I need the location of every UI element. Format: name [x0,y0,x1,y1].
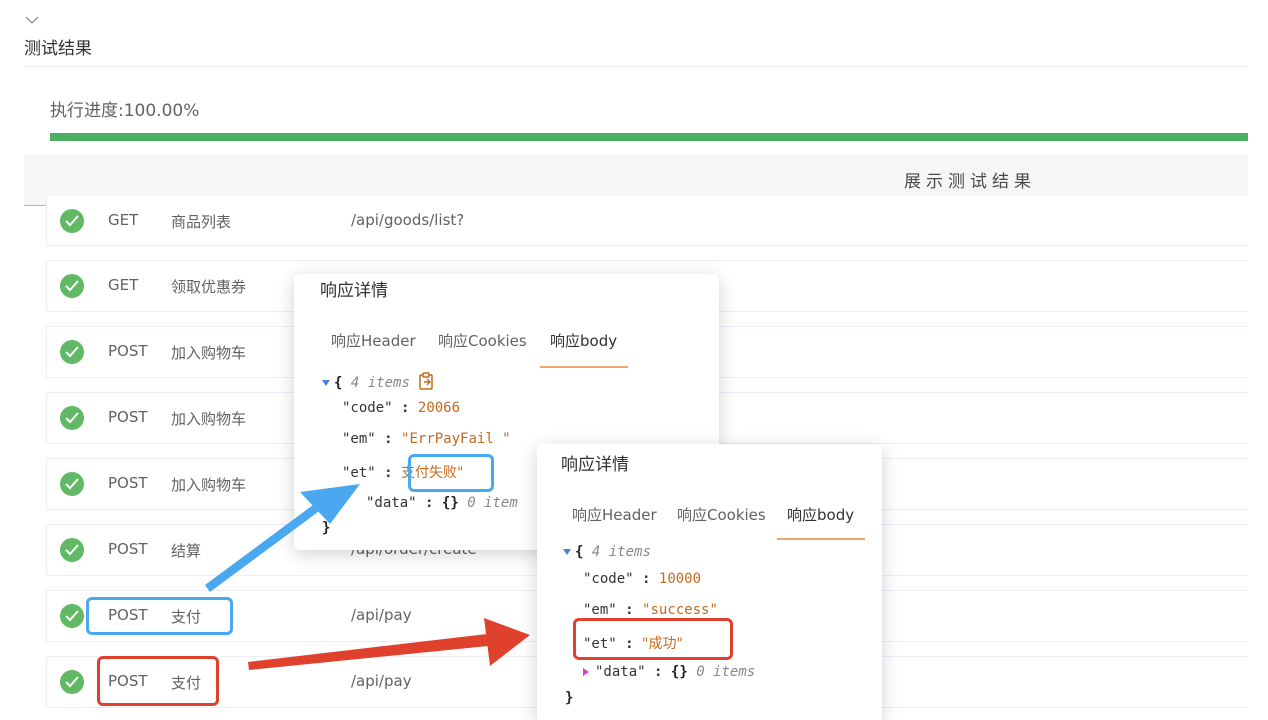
red-arrow [248,618,530,670]
annotation-arrows [205,484,530,670]
blue-arrow [205,484,360,592]
